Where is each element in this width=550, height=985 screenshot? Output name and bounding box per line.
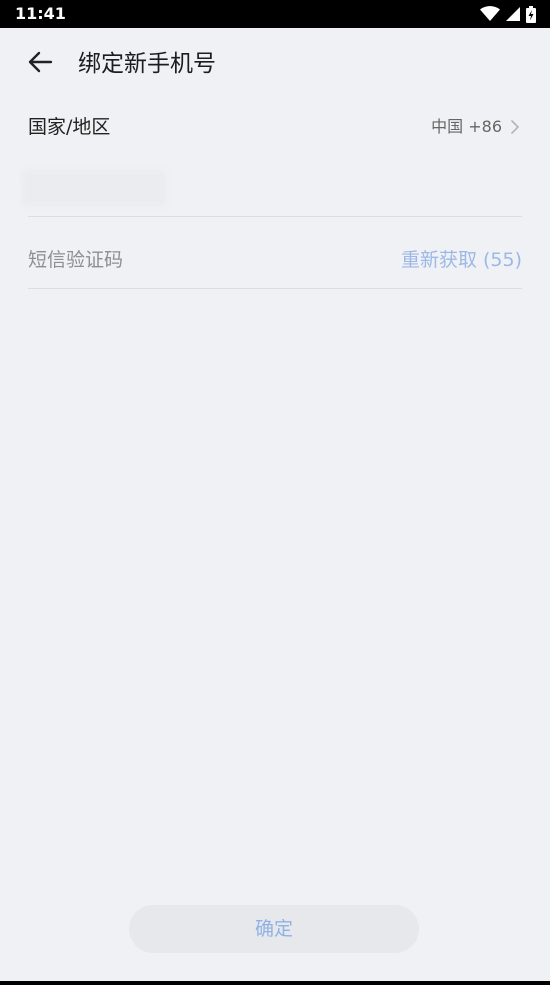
status-bar: 11:41 (0, 0, 550, 28)
phone-field (22, 164, 526, 218)
phone-input[interactable] (28, 164, 526, 218)
cell-signal-icon (506, 7, 520, 21)
resend-code-button[interactable]: 重新获取 (55) (401, 247, 522, 273)
region-value: 中国 +86 (431, 117, 502, 136)
app-bar: 绑定新手机号 (0, 28, 550, 98)
bottom-bar (0, 981, 550, 985)
chevron-right-icon (510, 119, 520, 135)
sms-code-input[interactable] (28, 246, 368, 274)
status-time: 11:41 (15, 4, 66, 23)
region-label: 国家/地区 (28, 116, 111, 138)
sms-code-field: 重新获取 (55) (28, 232, 522, 289)
page-title: 绑定新手机号 (78, 51, 216, 77)
arrow-left-icon (27, 51, 53, 77)
status-icons (480, 5, 536, 23)
region-selector[interactable]: 国家/地区 中国 +86 (28, 100, 522, 156)
back-button[interactable] (22, 46, 58, 82)
battery-charging-icon (526, 5, 536, 23)
wifi-icon (480, 6, 500, 22)
confirm-button[interactable]: 确定 (129, 905, 419, 953)
